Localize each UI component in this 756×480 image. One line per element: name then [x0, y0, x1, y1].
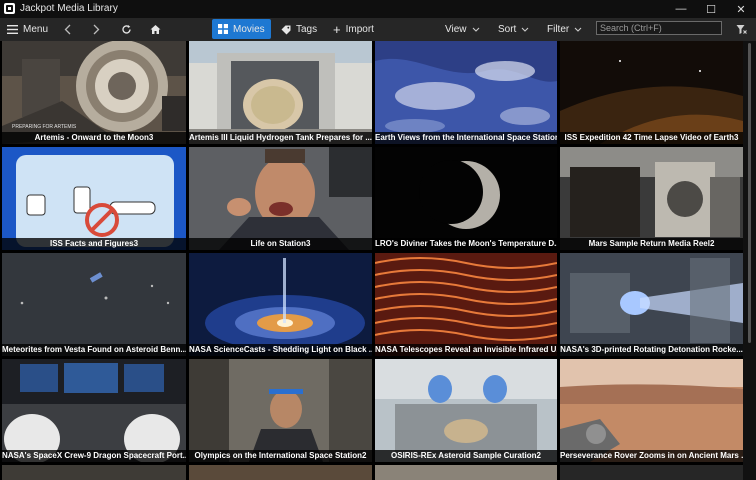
minimize-icon: —	[675, 3, 687, 15]
movie-thumbnail	[560, 253, 743, 356]
movie-thumbnail	[189, 147, 372, 250]
minimize-button[interactable]: —	[666, 0, 696, 18]
home-icon	[150, 25, 161, 34]
import-label: Import	[345, 24, 374, 35]
movie-thumbnail	[2, 253, 186, 356]
filter-clear-icon	[736, 25, 747, 34]
movie-tile[interactable]: Artemis III Liquid Hydrogen Tank Prepare…	[189, 41, 372, 144]
movie-title: Olympics on the International Space Stat…	[189, 450, 372, 462]
thumbnail-overlay-text: PREPARING FOR ARTEMIS	[12, 124, 77, 130]
vertical-scrollbar[interactable]	[743, 41, 756, 480]
forward-button[interactable]	[93, 18, 100, 41]
movie-tile[interactable]: Life on Station3	[189, 147, 372, 250]
movie-title: Mars Sample Return Media Reel2	[560, 238, 743, 250]
refresh-button[interactable]	[121, 18, 132, 41]
movie-tile[interactable]: NASA ScienceCasts - Shedding Light on Bl…	[189, 253, 372, 356]
movie-title: Earth Views from the International Space…	[375, 132, 557, 144]
movie-thumbnail	[189, 253, 372, 356]
title-bar: Jackpot Media Library — ☐ ✕	[0, 0, 756, 18]
plus-icon: +	[333, 21, 341, 37]
chevron-left-icon	[64, 24, 71, 35]
maximize-icon: ☐	[706, 3, 716, 16]
movie-tile[interactable]: Meteorites from Vesta Found on Asteroid …	[2, 253, 186, 356]
movie-title: Artemis III Liquid Hydrogen Tank Prepare…	[189, 132, 372, 144]
menu-button[interactable]: Menu	[7, 18, 48, 41]
movie-title: NASA ScienceCasts - Shedding Light on Bl…	[189, 344, 372, 356]
window-title: Jackpot Media Library	[20, 3, 118, 14]
movie-tile[interactable]: ISS Facts and Figures3	[2, 147, 186, 250]
movie-title: Artemis - Onward to the Moon3	[2, 132, 186, 144]
movie-tile[interactable]: PREPARING FOR ARTEMIS Artemis - Onward t…	[2, 41, 186, 144]
movie-title: LRO's Diviner Takes the Moon's Temperatu…	[375, 238, 557, 250]
menu-label: Menu	[23, 24, 49, 35]
movie-tile[interactable]: NASA Telescopes Reveal an Invisible Infr…	[375, 253, 557, 356]
sort-label: Sort	[498, 24, 517, 35]
clear-filter-button[interactable]	[736, 18, 747, 41]
movie-title: NASA's 3D-printed Rotating Detonation Ro…	[560, 344, 743, 356]
movie-title: OSIRIS-REx Asteroid Sample Curation2	[375, 450, 557, 462]
refresh-icon	[122, 25, 131, 34]
movie-thumbnail	[2, 147, 186, 250]
movie-thumbnail	[560, 41, 743, 144]
filter-dropdown[interactable]: Filter	[547, 18, 582, 41]
movie-title: NASA Telescopes Reveal an Invisible Infr…	[375, 344, 557, 356]
movie-title: Perseverance Rover Zooms in on Ancient M…	[560, 450, 743, 462]
hamburger-icon	[7, 25, 18, 34]
movie-thumbnail	[560, 147, 743, 250]
movie-tile[interactable]	[375, 465, 557, 480]
movie-thumbnail	[2, 359, 186, 462]
movie-thumbnail	[375, 41, 557, 144]
tab-movies[interactable]: Movies	[212, 19, 271, 39]
tab-tags-label: Tags	[296, 24, 318, 35]
movie-title: ISS Expedition 42 Time Lapse Video of Ea…	[560, 132, 743, 144]
tab-movies-label: Movies	[233, 23, 265, 35]
movie-grid: PREPARING FOR ARTEMIS Artemis - Onward t…	[0, 41, 743, 480]
movie-thumbnail	[375, 147, 557, 250]
chevron-down-icon	[521, 27, 529, 32]
movie-tile[interactable]: NASA's SpaceX Crew-9 Dragon Spacecraft P…	[2, 359, 186, 462]
movie-tile[interactable]: LRO's Diviner Takes the Moon's Temperatu…	[375, 147, 557, 250]
back-button[interactable]	[64, 18, 71, 41]
filter-label: Filter	[547, 24, 570, 35]
home-button[interactable]	[150, 18, 161, 41]
movie-thumbnail	[375, 359, 557, 462]
movie-tile[interactable]: Mars Sample Return Media Reel2	[560, 147, 743, 250]
chevron-down-icon	[472, 27, 479, 32]
tag-icon	[281, 25, 291, 34]
movie-tile[interactable]: Earth Views from the International Space…	[375, 41, 557, 144]
movie-title: NASA's SpaceX Crew-9 Dragon Spacecraft P…	[2, 450, 186, 462]
movie-title: Life on Station3	[189, 238, 372, 250]
grid-icon	[218, 24, 228, 34]
movie-thumbnail	[189, 41, 372, 144]
movie-tile[interactable]: Perseverance Rover Zooms in on Ancient M…	[560, 359, 743, 462]
close-button[interactable]: ✕	[726, 0, 756, 18]
movie-tile[interactable]	[560, 465, 743, 480]
maximize-button[interactable]: ☐	[696, 0, 726, 18]
view-label: View	[445, 24, 467, 35]
movie-title: ISS Facts and Figures3	[2, 238, 186, 250]
close-icon: ✕	[736, 3, 746, 16]
app-logo-icon	[4, 3, 15, 14]
chevron-right-icon	[93, 24, 100, 35]
movie-thumbnail	[189, 359, 372, 462]
movie-tile[interactable]: OSIRIS-REx Asteroid Sample Curation2	[375, 359, 557, 462]
tab-tags[interactable]: Tags	[281, 18, 317, 41]
movie-title: Meteorites from Vesta Found on Asteroid …	[2, 344, 186, 356]
movie-tile[interactable]	[2, 465, 186, 480]
search-input[interactable]	[596, 21, 722, 35]
scrollbar-thumb[interactable]	[748, 43, 751, 343]
movie-tile[interactable]: ISS Expedition 42 Time Lapse Video of Ea…	[560, 41, 743, 144]
chevron-down-icon	[574, 27, 582, 32]
import-button[interactable]: + Import	[333, 18, 374, 41]
movie-tile[interactable]: Olympics on the International Space Stat…	[189, 359, 372, 462]
movie-tile[interactable]	[189, 465, 372, 480]
view-dropdown[interactable]: View	[445, 18, 480, 41]
movie-thumbnail	[375, 253, 557, 356]
sort-dropdown[interactable]: Sort	[498, 18, 529, 41]
movie-thumbnail	[560, 359, 743, 462]
movie-tile[interactable]: NASA's 3D-printed Rotating Detonation Ro…	[560, 253, 743, 356]
